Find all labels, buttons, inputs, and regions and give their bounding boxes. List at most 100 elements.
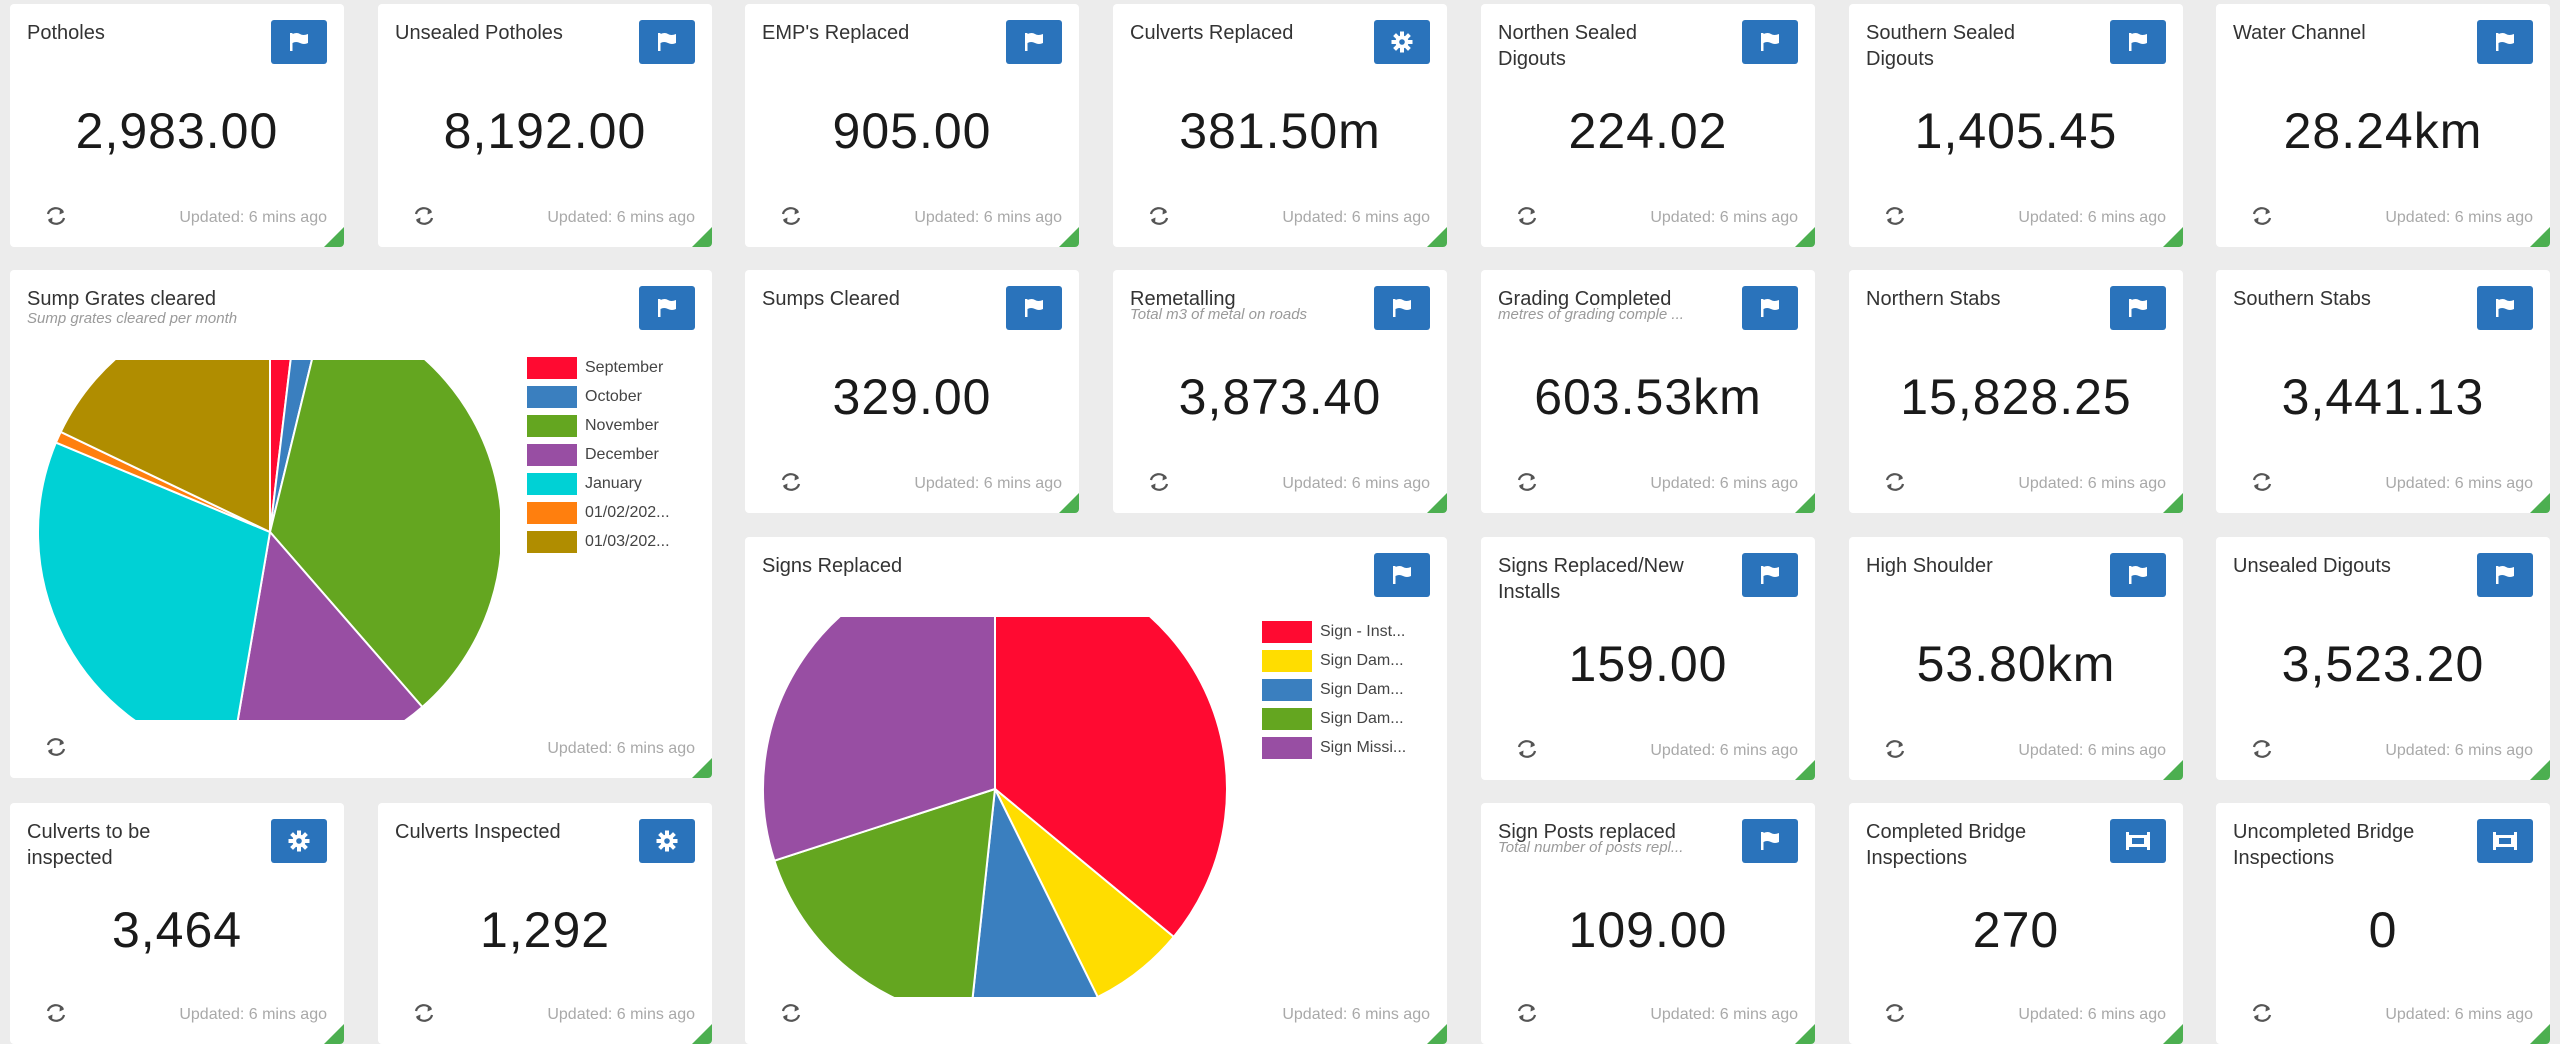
flag-icon[interactable] — [2477, 20, 2533, 64]
legend-item[interactable]: October — [527, 382, 670, 411]
tile-title: Northen Sealed Digouts — [1498, 22, 1637, 70]
tile-uncompleted-bridge-inspections[interactable]: Uncompleted Bridge Inspections 0 Updated… — [2216, 803, 2550, 1044]
tile-high-shoulder[interactable]: High Shoulder 53.80km Updated: 6 mins ag… — [1849, 537, 2183, 780]
tile-culverts-to-inspect[interactable]: Culverts to be inspected 3,464 Updated: … — [10, 803, 344, 1044]
flag-icon[interactable] — [639, 20, 695, 64]
tile-title: Culverts to be inspected — [27, 821, 151, 869]
tile-sump-grates-chart[interactable]: Sump Grates cleared Sump grates cleared … — [10, 270, 712, 778]
tile-signs-replaced-new[interactable]: Signs Replaced/New Installs 159.00 Updat… — [1481, 537, 1815, 780]
tile-unsealed-digouts[interactable]: Unsealed Digouts 3,523.20 Updated: 6 min… — [2216, 537, 2550, 780]
refresh-icon[interactable] — [2249, 736, 2275, 762]
status-corner — [2163, 227, 2183, 247]
flag-icon[interactable] — [2110, 286, 2166, 330]
refresh-icon[interactable] — [411, 203, 437, 229]
tile-emps-replaced[interactable]: EMP's Replaced 905.00 Updated: 6 mins ag… — [745, 4, 1079, 247]
legend-swatch — [527, 414, 577, 437]
updated-text: Updated: 6 mins ago — [2018, 209, 2166, 226]
flag-icon[interactable] — [2110, 20, 2166, 64]
refresh-icon[interactable] — [2249, 469, 2275, 495]
tile-value: 8,192.00 — [443, 103, 647, 159]
flag-icon[interactable] — [1006, 20, 1062, 64]
tile-potholes[interactable]: Potholes 2,983.00 Updated: 6 mins ago — [10, 4, 344, 247]
bridge-icon[interactable] — [2477, 819, 2533, 863]
refresh-icon[interactable] — [43, 1000, 69, 1026]
updated-text: Updated: 6 mins ago — [2018, 742, 2166, 759]
flag-icon[interactable] — [2110, 553, 2166, 597]
tile-water-channel[interactable]: Water Channel 28.24km Updated: 6 mins ag… — [2216, 4, 2550, 247]
tile-culverts-inspected[interactable]: Culverts Inspected 1,292 Updated: 6 mins… — [378, 803, 712, 1044]
tile-sumps-cleared[interactable]: Sumps Cleared 329.00 Updated: 6 mins ago — [745, 270, 1079, 513]
tile-northern-sealed-digouts[interactable]: Northen Sealed Digouts 224.02 Updated: 6… — [1481, 4, 1815, 247]
refresh-icon[interactable] — [1514, 1000, 1540, 1026]
flag-icon[interactable] — [2477, 553, 2533, 597]
updated-text: Updated: 6 mins ago — [179, 209, 327, 226]
tile-title: EMP's Replaced — [762, 22, 910, 44]
legend-item[interactable]: Sign Dam... — [1262, 704, 1406, 733]
tile-northern-stabs[interactable]: Northern Stabs 15,828.25 Updated: 6 mins… — [1849, 270, 2183, 513]
flag-icon[interactable] — [1742, 819, 1798, 863]
updated-text: Updated: 6 mins ago — [2385, 209, 2533, 226]
legend-item[interactable]: Sign - Inst... — [1262, 617, 1406, 646]
status-corner — [2163, 1024, 2183, 1044]
flag-icon[interactable] — [1374, 553, 1430, 597]
tile-value: 53.80km — [1916, 636, 2116, 692]
refresh-icon[interactable] — [43, 203, 69, 229]
updated-text: Updated: 6 mins ago — [1650, 1006, 1798, 1023]
tile-sign-posts-replaced[interactable]: Sign Posts replaced Total number of post… — [1481, 803, 1815, 1044]
refresh-icon[interactable] — [1882, 736, 1908, 762]
legend-item[interactable]: December — [527, 440, 670, 469]
tile-completed-bridge-inspections[interactable]: Completed Bridge Inspections 270 Updated… — [1849, 803, 2183, 1044]
updated-text: Updated: 6 mins ago — [547, 1006, 695, 1023]
status-corner — [692, 227, 712, 247]
legend-item[interactable]: Sign Dam... — [1262, 675, 1406, 704]
flag-icon[interactable] — [1742, 286, 1798, 330]
refresh-icon[interactable] — [2249, 203, 2275, 229]
flag-icon[interactable] — [1006, 286, 1062, 330]
legend-item[interactable]: Sign Dam... — [1262, 646, 1406, 675]
gear-icon[interactable] — [1374, 20, 1430, 64]
legend-item[interactable]: November — [527, 411, 670, 440]
status-corner — [324, 227, 344, 247]
updated-text: Updated: 6 mins ago — [2385, 475, 2533, 492]
gear-icon[interactable] — [271, 819, 327, 863]
flag-icon[interactable] — [1742, 20, 1798, 64]
refresh-icon[interactable] — [1514, 469, 1540, 495]
refresh-icon[interactable] — [1514, 203, 1540, 229]
tile-southern-stabs[interactable]: Southern Stabs 3,441.13 Updated: 6 mins … — [2216, 270, 2550, 513]
tile-southern-sealed-digouts[interactable]: Southern Sealed Digouts 1,405.45 Updated… — [1849, 4, 2183, 247]
legend-item[interactable]: September — [527, 353, 670, 382]
tile-value: 28.24km — [2283, 103, 2483, 159]
legend-item[interactable]: 01/03/202... — [527, 527, 670, 556]
refresh-icon[interactable] — [1146, 469, 1172, 495]
refresh-icon[interactable] — [2249, 1000, 2275, 1026]
legend-item[interactable]: Sign Missi... — [1262, 733, 1406, 762]
legend-label: October — [585, 387, 642, 405]
refresh-icon[interactable] — [43, 734, 69, 760]
flag-icon[interactable] — [271, 20, 327, 64]
bridge-icon[interactable] — [2110, 819, 2166, 863]
tile-value: 3,523.20 — [2281, 636, 2485, 692]
legend-item[interactable]: 01/02/202... — [527, 498, 670, 527]
tile-remetalling[interactable]: Remetalling Total m3 of metal on roads 3… — [1113, 270, 1447, 513]
tile-grading-completed[interactable]: Grading Completed metres of grading comp… — [1481, 270, 1815, 513]
tile-value: 270 — [1972, 902, 2060, 958]
refresh-icon[interactable] — [1882, 469, 1908, 495]
tile-unsealed-potholes[interactable]: Unsealed Potholes 8,192.00 Updated: 6 mi… — [378, 4, 712, 247]
status-corner — [324, 1024, 344, 1044]
tile-culverts-replaced[interactable]: Culverts Replaced 381.50m Updated: 6 min… — [1113, 4, 1447, 247]
tile-signs-replaced-chart[interactable]: Signs Replaced Sign - Inst... Sign Dam...… — [745, 537, 1447, 1044]
refresh-icon[interactable] — [1882, 203, 1908, 229]
legend-item[interactable]: January — [527, 469, 670, 498]
refresh-icon[interactable] — [1146, 203, 1172, 229]
flag-icon[interactable] — [1374, 286, 1430, 330]
refresh-icon[interactable] — [1882, 1000, 1908, 1026]
gear-icon[interactable] — [639, 819, 695, 863]
refresh-icon[interactable] — [778, 1000, 804, 1026]
refresh-icon[interactable] — [411, 1000, 437, 1026]
flag-icon[interactable] — [639, 286, 695, 330]
refresh-icon[interactable] — [1514, 736, 1540, 762]
refresh-icon[interactable] — [778, 203, 804, 229]
flag-icon[interactable] — [1742, 553, 1798, 597]
refresh-icon[interactable] — [778, 469, 804, 495]
flag-icon[interactable] — [2477, 286, 2533, 330]
